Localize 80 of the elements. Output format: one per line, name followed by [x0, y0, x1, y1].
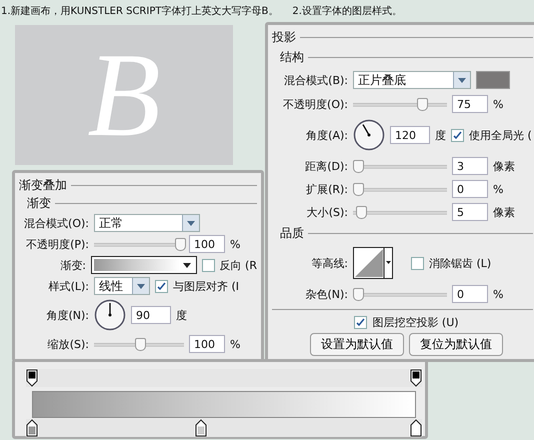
caret-icon [182, 262, 191, 268]
checkbox[interactable] [155, 280, 168, 292]
checkbox[interactable] [354, 316, 368, 329]
section-title: 渐变 [27, 195, 51, 212]
unit-label: 度 [435, 128, 446, 142]
section-title: 投影 [272, 29, 296, 46]
field-label: 缩放(S): [46, 336, 89, 352]
field-label: 大小(S): [306, 204, 348, 220]
checkbox-label: 消除锯齿 (L) [429, 256, 492, 270]
unit-label: 像素 [493, 204, 515, 220]
section-title: 品质 [280, 225, 304, 242]
checkbox-label: 图层挖空投影 (U) [372, 314, 459, 330]
input-field[interactable]: 90 [131, 306, 171, 324]
unit-label: % [493, 182, 504, 196]
gradient-picker[interactable] [91, 256, 197, 274]
blend-mode-select[interactable]: 正常 [94, 214, 200, 232]
caption-text: 1.新建画布，用KUNSTLER SCRIPT字体打上英文大写字母B。 [1, 4, 278, 18]
caret-icon [137, 284, 145, 288]
caption-text: 2.设置字体的图层样式。 [292, 4, 402, 18]
stop-track[interactable] [26, 369, 422, 387]
angle-dial[interactable] [94, 299, 126, 331]
color-stop[interactable] [26, 419, 38, 437]
field-label: 角度(N): [45, 308, 89, 322]
opacity-stop[interactable] [410, 369, 422, 387]
unit-label: % [230, 238, 240, 250]
field-label: 渐变: [59, 258, 86, 272]
checkbox-label: 与图层对齐 (I [173, 278, 240, 294]
slider-thumb[interactable] [353, 182, 364, 196]
section-title: 结构 [280, 49, 304, 66]
slider-thumb[interactable] [356, 206, 368, 218]
caret-icon [458, 78, 466, 82]
input-field[interactable]: 0 [452, 180, 488, 198]
check-icon [453, 130, 462, 140]
checkbox[interactable] [202, 258, 215, 272]
checkbox[interactable] [411, 256, 424, 270]
opacity-stop[interactable] [26, 369, 38, 387]
input-field[interactable]: 120 [390, 126, 430, 144]
stop-track[interactable] [26, 419, 422, 437]
default-button[interactable]: 设置为默认值 [310, 333, 404, 356]
section-title: 渐变叠加 [19, 177, 67, 194]
input-field[interactable]: 100 [189, 335, 225, 353]
field-label: 距离(D): [304, 158, 348, 174]
color-stop[interactable] [194, 419, 207, 437]
slider-thumb[interactable] [353, 288, 364, 300]
checkbox[interactable] [451, 128, 464, 142]
input-field[interactable]: 0 [452, 285, 488, 303]
slider-thumb[interactable] [416, 98, 428, 110]
field-label: 混合模式(B): [283, 72, 348, 88]
checkbox-label: 反向 (R [220, 258, 257, 272]
field-label: 杂色(N): [304, 286, 348, 302]
input-field[interactable]: 75 [452, 95, 488, 113]
unit-label: % [493, 288, 504, 300]
field-label: 不透明度(O): [282, 96, 348, 112]
color-stop[interactable] [410, 419, 422, 437]
field-label: 混合模式(O): [23, 216, 89, 230]
field-label: 等高线: [310, 256, 348, 270]
field-label: 不透明度(P): [25, 236, 89, 252]
check-icon [356, 318, 366, 327]
style-select[interactable]: 线性 [94, 277, 150, 295]
color-swatch[interactable] [476, 71, 510, 89]
contour-picker[interactable] [353, 247, 393, 279]
input-field[interactable]: 100 [189, 235, 225, 253]
unit-label: 像素 [493, 158, 515, 174]
field-label: 角度(A): [305, 128, 348, 142]
slider-thumb[interactable] [353, 160, 364, 172]
field-label: 样式(L): [48, 278, 89, 294]
input-field[interactable]: 3 [452, 157, 488, 175]
checkbox-label: 使用全局光 ( [469, 128, 532, 142]
unit-label: 度 [176, 308, 187, 322]
field-label: 扩展(R): [305, 182, 348, 196]
blend-mode-select[interactable]: 正片叠底 [353, 71, 471, 89]
unit-label: % [230, 338, 240, 350]
check-icon [157, 282, 166, 290]
caret-icon [187, 220, 195, 226]
default-button[interactable]: 复位为默认值 [409, 333, 503, 356]
input-field[interactable]: 5 [452, 203, 488, 221]
slider-thumb[interactable] [134, 338, 146, 350]
slider-thumb[interactable] [175, 238, 186, 250]
angle-dial[interactable] [353, 119, 385, 151]
unit-label: % [493, 98, 504, 110]
